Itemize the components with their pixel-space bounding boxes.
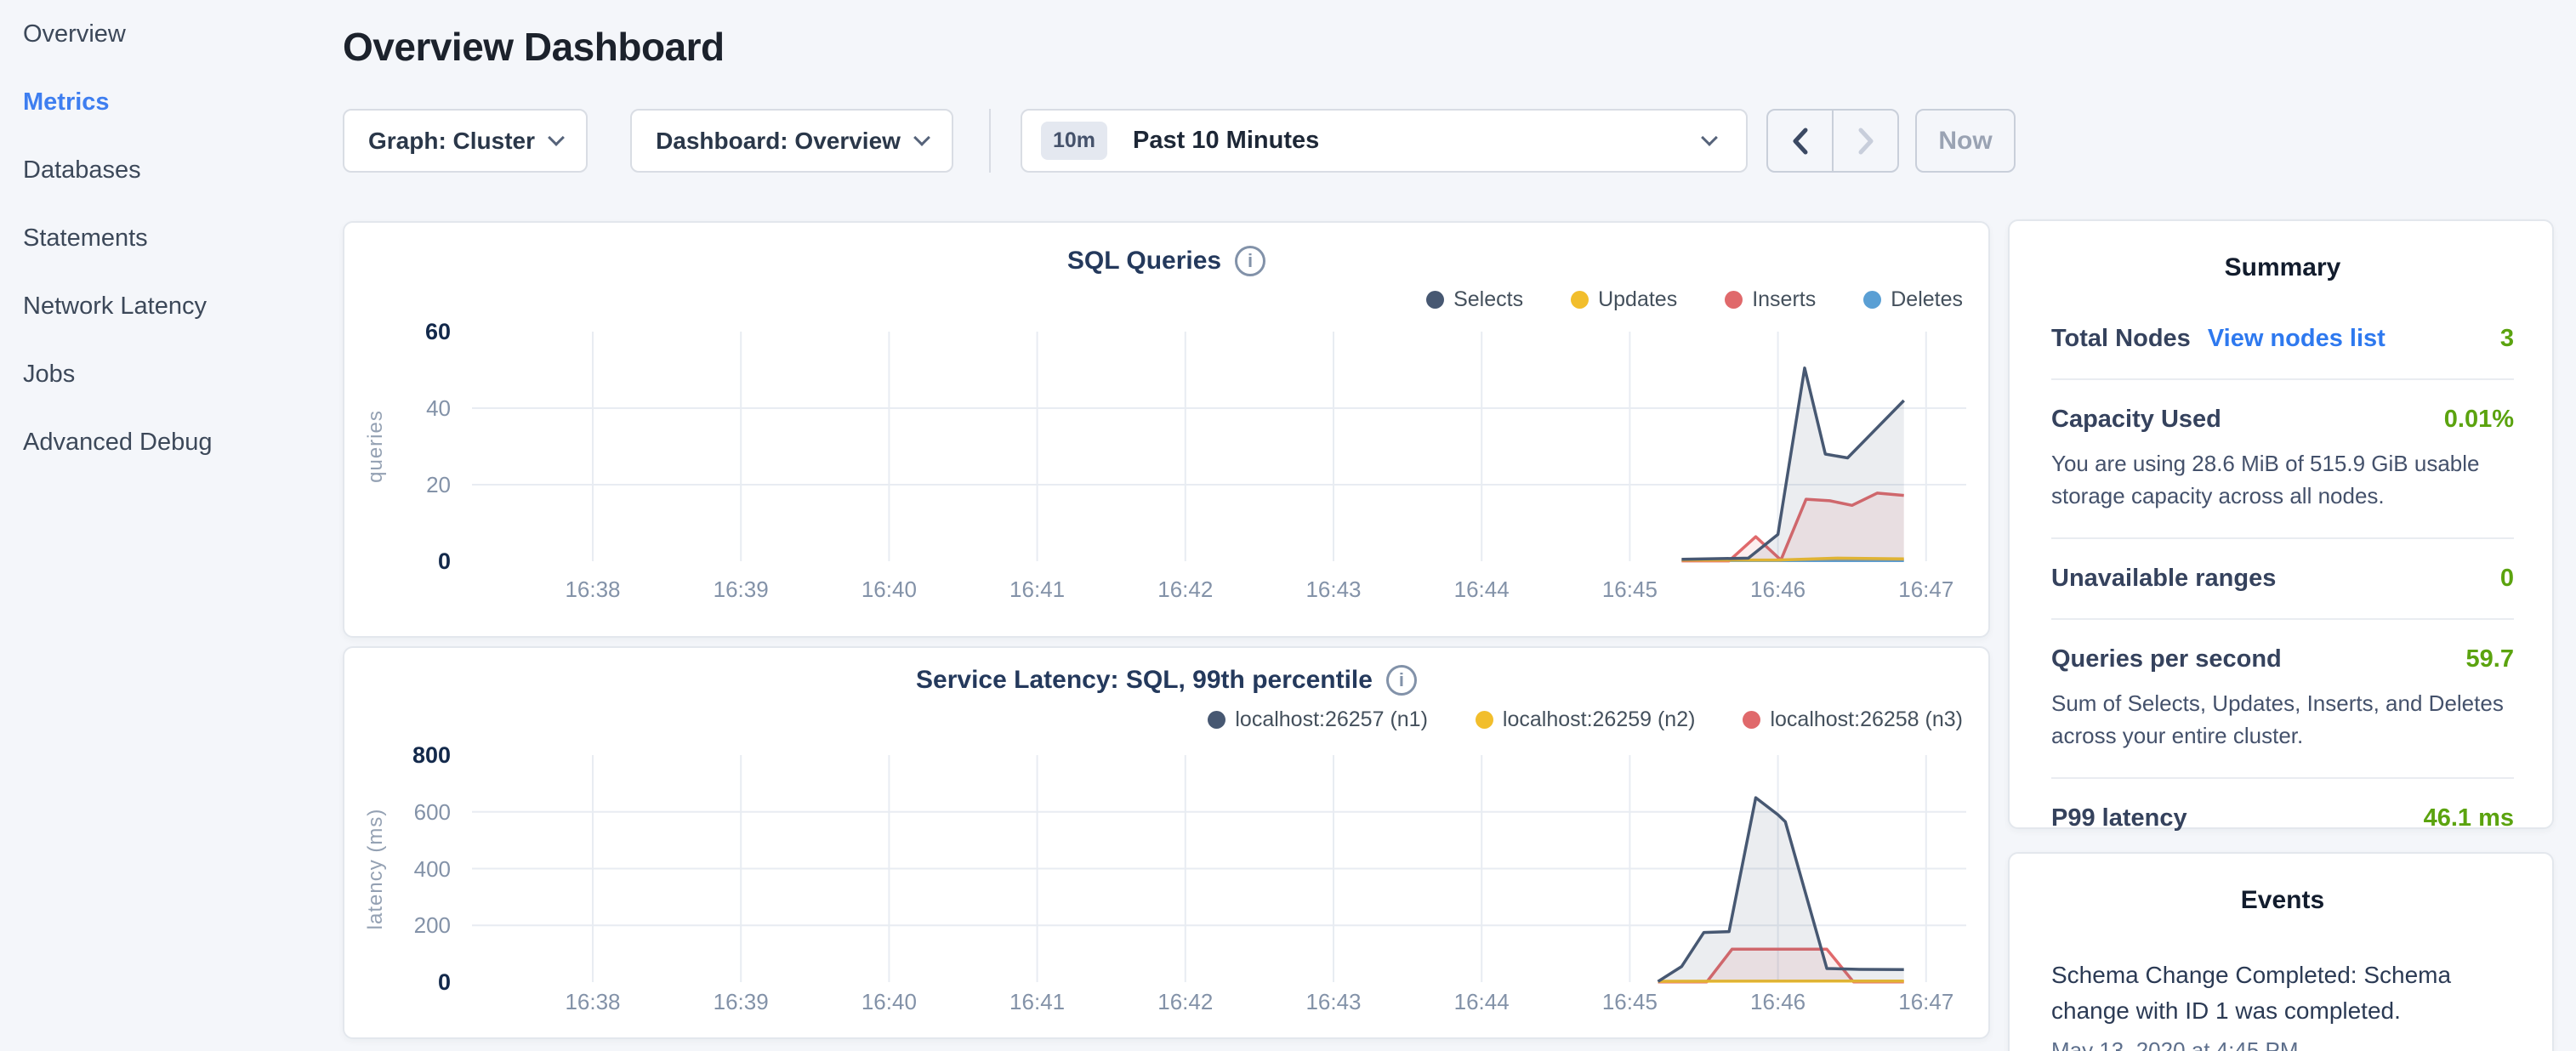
x-tick-label: 16:43 (1274, 574, 1393, 605)
x-tick-label: 16:47 (1867, 986, 1986, 1017)
x-tick-label: 16:38 (533, 986, 652, 1017)
time-range-value: Past 10 Minutes (1133, 127, 1319, 155)
summary-row-label: Capacity Used (2051, 406, 2221, 434)
x-tick-label: 16:44 (1422, 574, 1541, 605)
x-tick-label: 16:40 (829, 986, 948, 1017)
event-item: Schema Change Completed: Schema change w… (2051, 957, 2514, 1051)
time-range-badge: 10m (1041, 122, 1107, 160)
sidebar-item-network-latency[interactable]: Network Latency (0, 272, 340, 340)
event-message: Schema Change Completed: Schema change w… (2051, 957, 2514, 1029)
summary-row-label: Unavailable ranges (2051, 565, 2276, 593)
y-tick-label: 400 (344, 854, 451, 884)
x-tick-label: 16:44 (1422, 986, 1541, 1017)
summary-row-description: Sum of Selects, Updates, Inserts, and De… (2051, 687, 2514, 752)
summary-row-value: 59.7 (2466, 645, 2514, 673)
chevron-right-icon (1851, 122, 1880, 160)
summary-row-value: 3 (2500, 325, 2514, 353)
y-tick-label: 20 (344, 469, 451, 500)
divider (2051, 378, 2514, 380)
events-title: Events (2051, 886, 2514, 915)
toolbar-divider (989, 109, 991, 173)
summary-panel: Summary Total Nodes View nodes list 3 Ca… (2008, 219, 2554, 829)
y-tick-label: 800 (344, 740, 451, 770)
summary-row: Capacity Used 0.01% (2051, 406, 2514, 434)
sidebar-item-jobs[interactable]: Jobs (0, 340, 340, 408)
x-tick-label: 16:41 (978, 574, 1097, 605)
events-panel: Events Schema Change Completed: Schema c… (2008, 852, 2554, 1051)
time-range-step-buttons (1766, 109, 1899, 173)
x-tick-label: 16:47 (1867, 574, 1986, 605)
graph-selector-value: Graph: Cluster (368, 128, 535, 155)
x-tick-label: 16:46 (1719, 986, 1838, 1017)
y-tick-label: 200 (344, 910, 451, 940)
x-tick-label: 16:40 (829, 574, 948, 605)
summary-row-value: 0 (2500, 565, 2514, 593)
sidebar-item-advanced-debug[interactable]: Advanced Debug (0, 408, 340, 476)
sidebar-item-statements[interactable]: Statements (0, 204, 340, 272)
x-tick-label: 16:39 (681, 986, 800, 1017)
summary-row: Total Nodes View nodes list 3 (2051, 325, 2514, 353)
x-tick-label: 16:45 (1570, 574, 1689, 605)
summary-row: Queries per second 59.7 (2051, 645, 2514, 673)
time-range-selector[interactable]: 10m Past 10 Minutes (1021, 109, 1748, 173)
x-tick-label: 16:46 (1719, 574, 1838, 605)
chevron-left-icon (1786, 122, 1815, 160)
x-tick-label: 16:45 (1570, 986, 1689, 1017)
view-nodes-list-link[interactable]: View nodes list (2208, 325, 2386, 353)
graph-selector-dropdown[interactable]: Graph: Cluster (343, 109, 588, 173)
summary-title: Summary (2051, 253, 2514, 282)
service-latency-chart-card: Service Latency: SQL, 99th percentile i … (343, 646, 1990, 1039)
chart-plot-area[interactable] (344, 648, 1992, 1041)
sidebar-item-overview[interactable]: Overview (0, 0, 340, 68)
dashboard-selector-dropdown[interactable]: Dashboard: Overview (630, 109, 953, 173)
overview-dashboard-page: Overview Metrics Databases Statements Ne… (0, 0, 2576, 1051)
x-tick-label: 16:38 (533, 574, 652, 605)
chevron-down-icon (548, 129, 565, 146)
summary-row-value: 0.01% (2444, 406, 2514, 434)
divider (2051, 777, 2514, 779)
x-tick-label: 16:39 (681, 574, 800, 605)
divider (2051, 537, 2514, 539)
x-tick-label: 16:41 (978, 986, 1097, 1017)
x-tick-label: 16:43 (1274, 986, 1393, 1017)
sql-queries-chart-card: SQL Queries i SelectsUpdatesInsertsDelet… (343, 221, 1990, 638)
sidebar-nav: Overview Metrics Databases Statements Ne… (0, 0, 340, 1051)
summary-row-description: You are using 28.6 MiB of 515.9 GiB usab… (2051, 447, 2514, 512)
summary-row: Unavailable ranges 0 (2051, 565, 2514, 593)
chevron-down-icon (1701, 129, 1718, 146)
sidebar-item-metrics[interactable]: Metrics (0, 68, 340, 136)
summary-row-value: 46.1 ms (2424, 804, 2514, 832)
y-tick-label: 60 (344, 316, 451, 347)
dashboard-selector-value: Dashboard: Overview (656, 128, 901, 155)
summary-row-label: Total Nodes (2051, 325, 2191, 353)
prev-range-button[interactable] (1768, 111, 1832, 171)
y-tick-label: 0 (344, 967, 451, 997)
sidebar-item-databases[interactable]: Databases (0, 136, 340, 204)
event-timestamp: May 13, 2020 at 4:45 PM (2051, 1037, 2514, 1051)
y-tick-label: 0 (344, 546, 451, 577)
page-title: Overview Dashboard (343, 24, 725, 70)
summary-row-label: P99 latency (2051, 804, 2187, 832)
y-tick-label: 40 (344, 393, 451, 423)
summary-row: P99 latency 46.1 ms (2051, 804, 2514, 832)
x-tick-label: 16:42 (1126, 574, 1245, 605)
next-range-button[interactable] (1832, 111, 1897, 171)
now-button[interactable]: Now (1915, 109, 2016, 173)
summary-row-label: Queries per second (2051, 645, 2282, 673)
x-tick-label: 16:42 (1126, 986, 1245, 1017)
chevron-down-icon (913, 129, 930, 146)
divider (2051, 618, 2514, 620)
y-tick-label: 600 (344, 797, 451, 827)
